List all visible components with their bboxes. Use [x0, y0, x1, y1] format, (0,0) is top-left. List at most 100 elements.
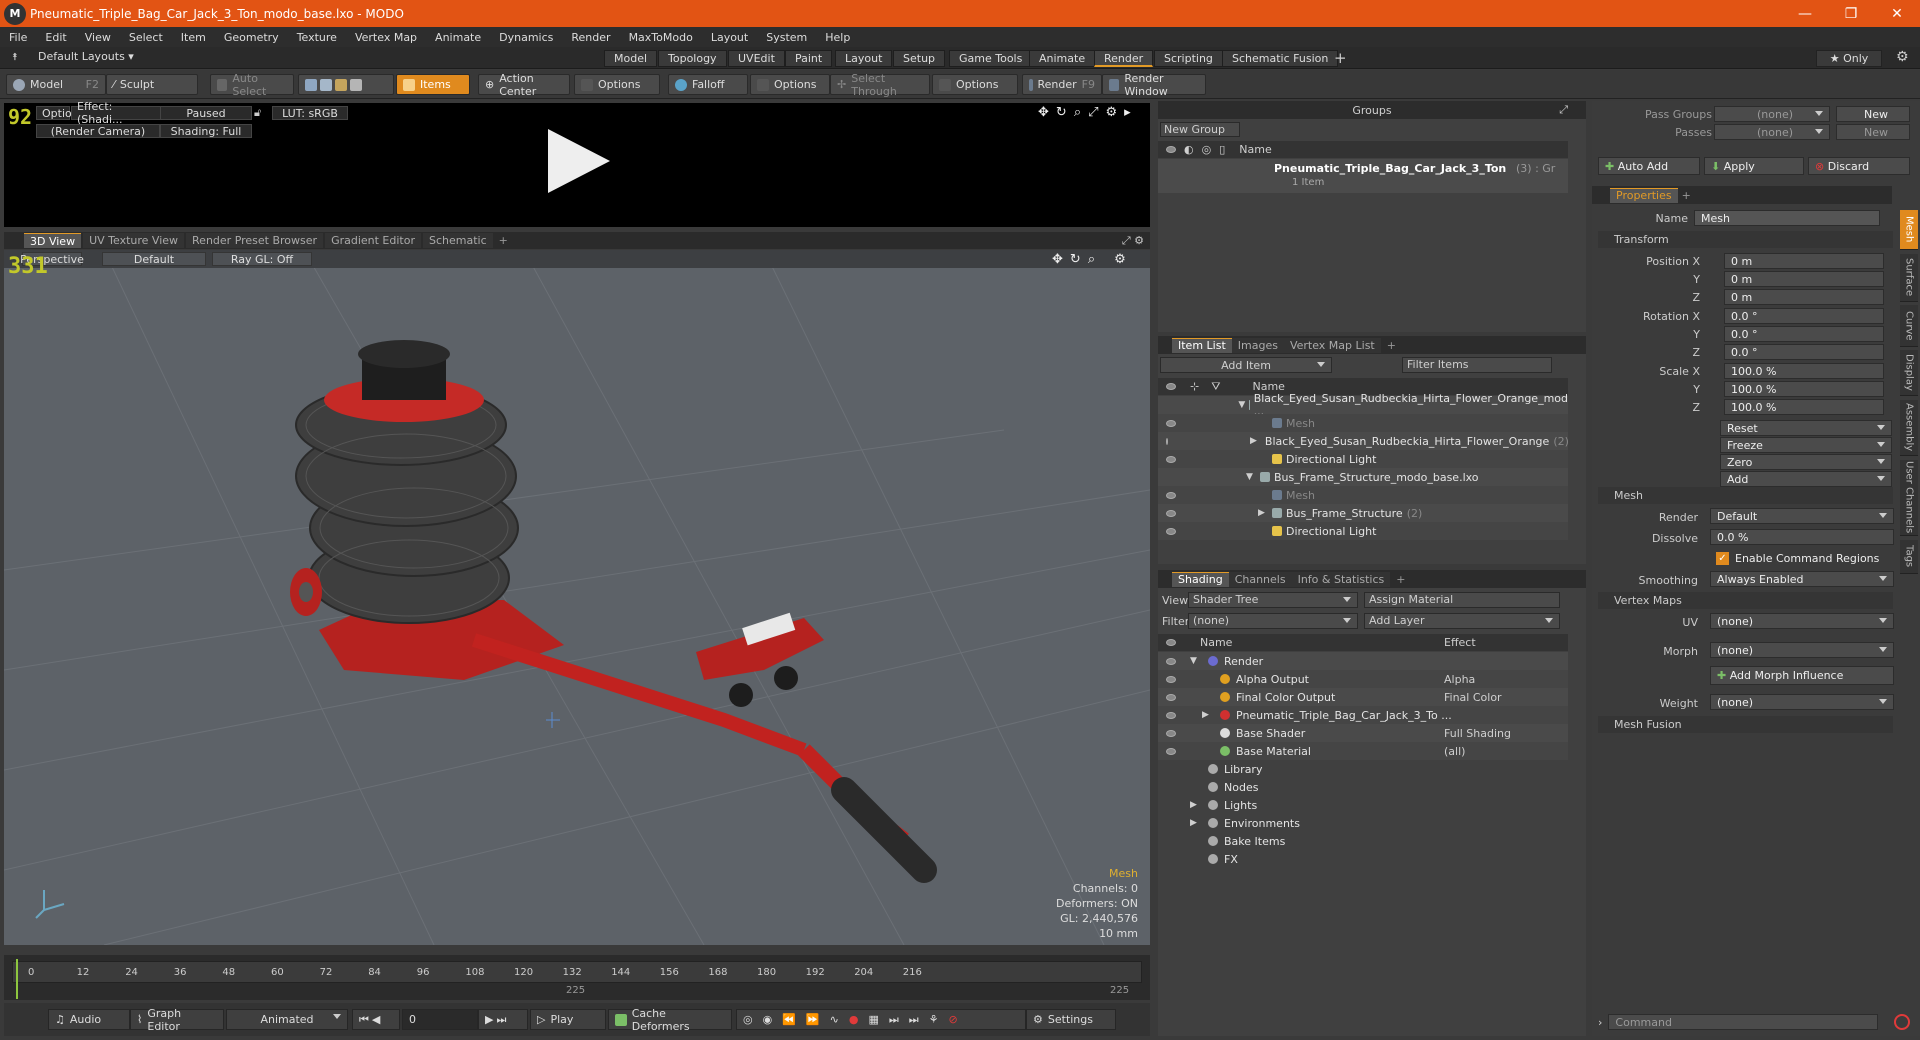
transform-value-field[interactable]: 0 m	[1724, 271, 1884, 287]
item-list-row[interactable]: Mesh	[1158, 486, 1568, 504]
side-tab-surface[interactable]: Surface	[1900, 254, 1918, 302]
tab-animate[interactable]: Animate	[1029, 50, 1096, 67]
tab-gradient-editor[interactable]: Gradient Editor	[325, 233, 421, 248]
expand-arrow-icon[interactable]: ▼	[1190, 656, 1202, 666]
preview-paused[interactable]: Paused	[160, 106, 252, 120]
menu-render[interactable]: Render	[562, 31, 619, 44]
fit-icon[interactable]: ⤢	[1088, 105, 1098, 120]
material-mode-icon[interactable]	[350, 78, 362, 91]
lock-icon[interactable]: 🔓︎	[254, 106, 261, 120]
model-mode-button[interactable]: Model F2	[6, 74, 106, 95]
view-dropdown[interactable]: Shader Tree	[1188, 592, 1358, 608]
transform-section[interactable]: Transform	[1598, 231, 1893, 248]
visibility-eye-icon[interactable]	[1166, 491, 1176, 499]
tab-model[interactable]: Model	[604, 50, 658, 67]
selection-modes[interactable]	[298, 74, 394, 95]
command-input[interactable]: Command	[1608, 1014, 1879, 1030]
edge-mode-icon[interactable]	[320, 78, 332, 91]
transform-value-field[interactable]: 0.0 °	[1724, 326, 1884, 342]
item-list-row[interactable]: Directional Light	[1158, 522, 1568, 540]
expand-arrow-icon[interactable]: ▶	[1202, 710, 1214, 720]
shader-effect[interactable]: (all)	[1444, 745, 1465, 758]
autokey-icon[interactable]: ◉	[763, 1013, 773, 1026]
audio-button[interactable]: ♫ Audio	[48, 1009, 130, 1030]
graph-editor-button[interactable]: ⌇ Graph Editor	[130, 1007, 224, 1033]
transform-value-field[interactable]: 100.0 %	[1724, 399, 1884, 415]
add-tab-icon[interactable]: +	[1387, 339, 1396, 352]
tab-scripting[interactable]: Scripting	[1154, 50, 1223, 67]
auto-add-button[interactable]: ✚ Auto Add	[1598, 157, 1700, 175]
collapse-icon[interactable]: ⯭	[12, 52, 18, 63]
polygon-mode-icon[interactable]	[335, 78, 347, 91]
filter-dropdown[interactable]: (none)	[1188, 613, 1358, 629]
pass-groups-dropdown[interactable]: (none)	[1714, 106, 1830, 122]
jump-prev-icon[interactable]: ⏭	[889, 1013, 899, 1027]
vertex-maps-section[interactable]: Vertex Maps	[1598, 592, 1893, 609]
preview-options[interactable]: Options	[36, 106, 84, 120]
select-through-button[interactable]: ✢ Select Through	[830, 72, 930, 98]
stop-icon[interactable]	[1894, 1014, 1910, 1030]
action-center-button[interactable]: ⊕ Action Center	[478, 72, 570, 98]
tab-channels[interactable]: Channels	[1228, 571, 1292, 587]
menu-vertex-map[interactable]: Vertex Map	[346, 31, 426, 44]
menu-texture[interactable]: Texture	[288, 31, 346, 44]
menu-select[interactable]: Select	[120, 31, 172, 44]
visibility-eye-icon[interactable]	[1166, 747, 1176, 755]
shader-row[interactable]: FX	[1158, 850, 1568, 868]
add-tab-icon[interactable]: +	[499, 234, 508, 247]
expand-arrow-icon[interactable]: ▼	[1246, 472, 1256, 482]
transform-action-dropdown[interactable]: Reset	[1720, 420, 1892, 436]
move-icon[interactable]: ✥	[1038, 105, 1049, 120]
tab-uv-texture-view[interactable]: UV Texture View	[83, 233, 185, 248]
visibility-eye-icon[interactable]	[1166, 693, 1176, 701]
preview-effect[interactable]: Effect: (Shadi...	[71, 100, 161, 126]
transform-value-field[interactable]: 0 m	[1724, 253, 1884, 269]
expand-icon[interactable]: ▸	[1124, 105, 1131, 120]
shader-row[interactable]: ▶ Lights	[1158, 796, 1568, 814]
shader-row[interactable]: Base Shader Full Shading	[1158, 724, 1568, 742]
frame-field[interactable]: 0	[402, 1009, 478, 1030]
item-list-row[interactable]: ▶ Black_Eyed_Susan_Rudbeckia_Hirta_Flower…	[1158, 432, 1569, 450]
smoothing-dropdown[interactable]: Always Enabled	[1710, 571, 1894, 587]
record-icon[interactable]: ●	[849, 1013, 859, 1026]
add-layer-dropdown[interactable]: Add Layer	[1364, 613, 1560, 629]
checkbox-icon[interactable]: ✓	[1716, 551, 1729, 565]
shader-row[interactable]: Library	[1158, 760, 1568, 778]
menu-geometry[interactable]: Geometry	[215, 31, 288, 44]
preview-lut[interactable]: LUT: sRGB	[272, 106, 348, 120]
menu-view[interactable]: View	[76, 31, 120, 44]
add-tab-icon[interactable]: +	[1396, 573, 1405, 586]
render-dropdown[interactable]: Default	[1710, 508, 1894, 524]
item-list-row[interactable]: ▼ Bus_Frame_Structure_modo_base.lxo	[1158, 468, 1568, 486]
tab-shading[interactable]: Shading	[1172, 571, 1229, 587]
filter-items-field[interactable]: Filter Items	[1402, 357, 1552, 373]
render-window-button[interactable]: Render Window	[1102, 72, 1206, 98]
side-tab-mesh[interactable]: Mesh	[1900, 210, 1918, 250]
visibility-eye-icon[interactable]	[1166, 455, 1176, 463]
gear-icon[interactable]: ⚙	[1106, 105, 1118, 120]
passes-dropdown[interactable]: (none)	[1714, 124, 1830, 140]
menu-maxtomodo[interactable]: MaxToModo	[620, 31, 702, 44]
shader-row[interactable]: ▼ Render	[1158, 652, 1568, 670]
auto-select-button[interactable]: Auto Select	[210, 72, 294, 98]
tab-images[interactable]: Images	[1231, 337, 1284, 353]
side-tab-curve[interactable]: Curve	[1900, 305, 1918, 347]
tab-properties[interactable]: Properties	[1610, 187, 1678, 203]
menu-item[interactable]: Item	[172, 31, 215, 44]
refresh-icon[interactable]: ↻	[1056, 105, 1067, 120]
car-jack-model[interactable]	[4, 250, 1150, 945]
add-tab-icon[interactable]: +	[1334, 49, 1347, 67]
tab-3d-view[interactable]: 3D View	[24, 233, 82, 248]
tab-schematic-fusion[interactable]: Schematic Fusion	[1222, 50, 1339, 67]
delete-key-icon[interactable]: ⊘	[949, 1013, 958, 1026]
play-icon[interactable]	[546, 127, 612, 195]
options-button-1[interactable]: Options	[574, 74, 660, 95]
settings-button[interactable]: ⚙ Settings	[1026, 1009, 1116, 1030]
animated-dropdown[interactable]: Animated	[226, 1009, 348, 1030]
options-button-3[interactable]: Options	[932, 74, 1018, 95]
tab-render-preset-browser[interactable]: Render Preset Browser	[186, 233, 324, 248]
menu-system[interactable]: System	[757, 31, 816, 44]
assign-material-button[interactable]: Assign Material	[1364, 592, 1560, 608]
tab-vertex-map-list[interactable]: Vertex Map List	[1283, 337, 1381, 353]
menu-file[interactable]: File	[0, 31, 36, 44]
